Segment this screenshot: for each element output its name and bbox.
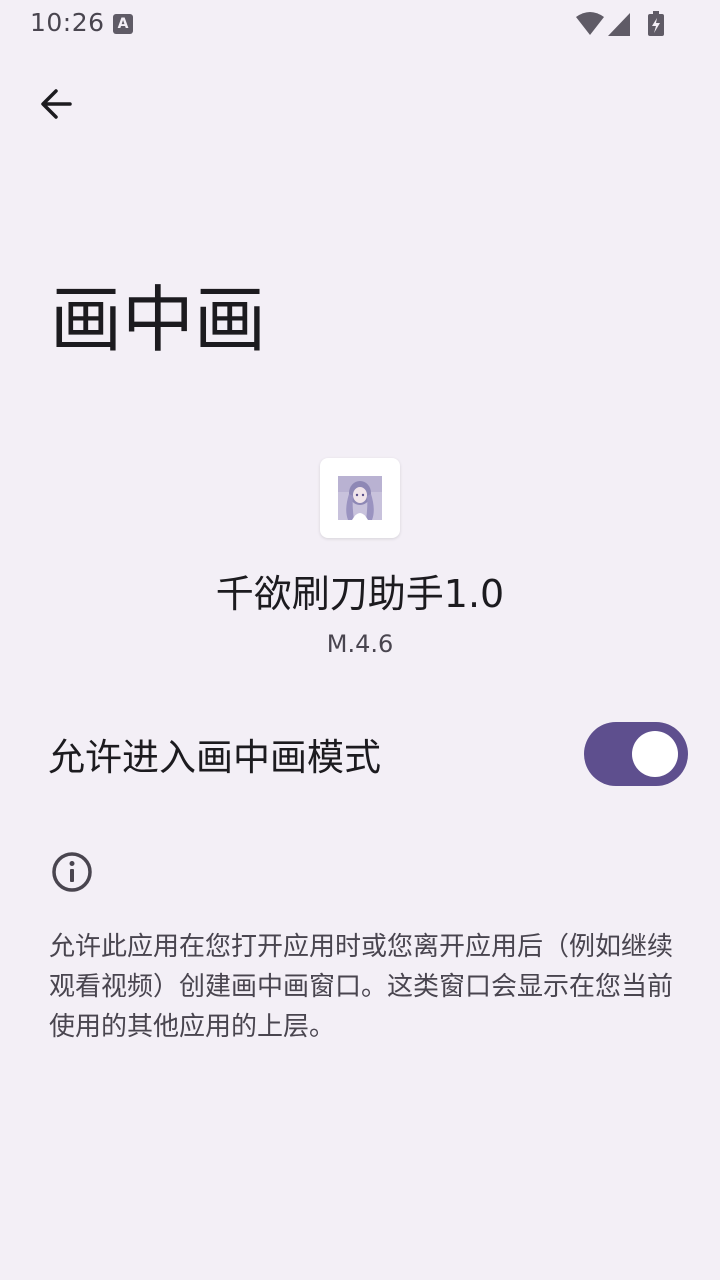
pip-setting-label: 允许进入画中画模式 — [48, 736, 381, 779]
wifi-icon — [576, 12, 604, 35]
cellular-signal-icon — [608, 13, 630, 36]
app-version: M.4.6 — [326, 630, 394, 658]
toggle-thumb — [632, 731, 678, 777]
app-icon — [320, 458, 400, 538]
a-notification-icon: A — [113, 14, 133, 34]
arrow-back-icon — [41, 89, 72, 119]
app-name: 千欲刷刀助手1.0 — [215, 572, 505, 616]
status-icons — [574, 10, 668, 38]
pip-toggle-switch[interactable] — [584, 722, 688, 786]
battery-charging-icon — [648, 11, 664, 36]
pip-setting-row[interactable]: 允许进入画中画模式 — [0, 714, 720, 798]
status-bar: 10:26 A — [0, 0, 720, 48]
info-icon — [52, 852, 92, 892]
back-button[interactable] — [28, 80, 84, 128]
page-title: 画中画 — [50, 278, 267, 362]
status-time: 10:26 — [30, 8, 105, 37]
pip-description: 允许此应用在您打开应用时或您离开应用后（例如继续观看视频）创建画中画窗口。这类窗… — [49, 932, 674, 1042]
app-avatar-icon — [338, 476, 382, 520]
